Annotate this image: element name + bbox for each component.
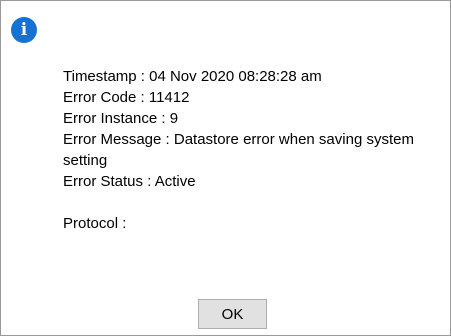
info-icon-glyph: i <box>20 19 28 40</box>
error-message-text: Error Message : Datastore error when sav… <box>63 131 414 169</box>
message-dialog: i Timestamp : 04 Nov 2020 08:28:28 am Er… <box>0 0 451 336</box>
protocol-text: Protocol : <box>63 215 127 232</box>
info-icon: i <box>11 17 37 43</box>
error-status-text: Error Status : Active <box>63 173 196 190</box>
timestamp-text: Timestamp : 04 Nov 2020 08:28:28 am <box>63 68 322 85</box>
error-instance-text: Error Instance : 9 <box>63 110 179 127</box>
dialog-message: Timestamp : 04 Nov 2020 08:28:28 am Erro… <box>63 66 443 234</box>
error-code-text: Error Code : 11412 <box>63 89 190 106</box>
ok-button[interactable]: OK <box>198 299 267 329</box>
